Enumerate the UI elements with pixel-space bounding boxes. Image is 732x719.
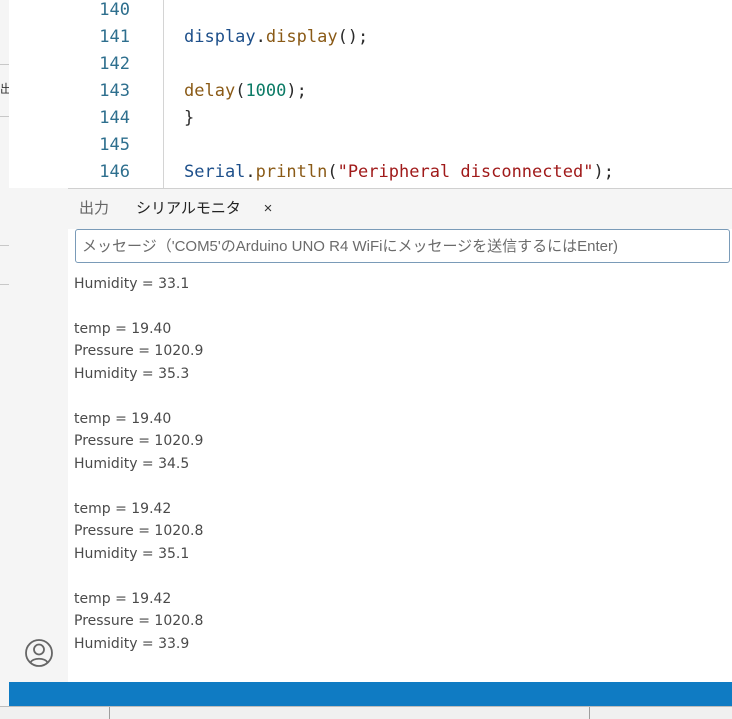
serial-output-line: Humidity = 35.1 <box>74 545 190 562</box>
code-line: 141 display.display(); <box>9 24 732 51</box>
line-number: 140 <box>99 0 130 20</box>
code-line: 145 <box>9 132 732 159</box>
code-token: ); <box>593 162 614 182</box>
serial-output-line: Pressure = 1020.9 <box>74 266 203 272</box>
code-token: Serial <box>184 162 246 182</box>
divider <box>0 116 9 117</box>
serial-output-line: temp = 19.40 <box>74 410 172 427</box>
serial-output-line: temp = 19.42 <box>74 500 172 517</box>
code-line: 143 delay(1000); <box>9 78 732 105</box>
code-token: "Peripheral disconnected" <box>337 162 594 182</box>
serial-output-line: Humidity = 34.5 <box>74 455 190 472</box>
code-token: } <box>184 108 195 128</box>
activity-sidebar <box>9 188 68 682</box>
code-token: delay <box>184 81 236 101</box>
code-line: 144} <box>9 105 732 132</box>
line-number: 143 <box>99 81 130 101</box>
serial-output-line: Humidity = 35.3 <box>74 365 190 382</box>
panel-tab-bar: 出力 シリアルモニタ × <box>68 189 732 229</box>
serial-message-input[interactable] <box>75 229 730 263</box>
bottom-panel: 出力 シリアルモニタ × Pressure = 1020.9 Humidity =… <box>68 188 732 683</box>
tab-serial-monitor[interactable]: シリアルモニタ <box>136 199 241 219</box>
code-token: println <box>255 162 328 182</box>
code-token: (); <box>337 27 369 47</box>
code-token: ( <box>327 162 338 182</box>
status-bar <box>9 682 732 706</box>
divider <box>0 245 9 246</box>
line-number: 144 <box>99 108 130 128</box>
code-token: 1000 <box>245 81 287 101</box>
code-token: display <box>265 27 338 47</box>
tab-output[interactable]: 出力 <box>79 199 109 219</box>
serial-output-line: Humidity = 33.1 <box>74 275 190 292</box>
line-number: 141 <box>99 27 130 47</box>
code-token: . <box>245 162 256 182</box>
code-line: 140 <box>9 0 732 24</box>
code-token: ( <box>235 81 246 101</box>
close-icon[interactable]: × <box>261 199 275 219</box>
serial-output-line: Pressure = 1020.8 <box>74 523 204 539</box>
line-number: 146 <box>99 162 130 182</box>
serial-output-line: Humidity = 33.9 <box>74 635 190 652</box>
serial-output: Pressure = 1020.9 Humidity = 33.1 temp = 1… <box>68 266 732 683</box>
divider <box>0 64 9 65</box>
divider <box>0 284 9 285</box>
line-number: 145 <box>99 135 130 155</box>
background-window-label: 出 <box>0 82 9 96</box>
code-text: } <box>184 105 194 132</box>
ide-window: 140 141 display.display(); 142 143 delay(1000… <box>9 0 732 706</box>
divider <box>109 707 110 719</box>
serial-output-line: Pressure = 1020.9 <box>74 343 204 359</box>
serial-output-line: Pressure = 1020.9 <box>74 433 204 449</box>
code-editor[interactable]: 140 141 display.display(); 142 143 delay(1000… <box>9 0 732 188</box>
code-token: . <box>255 27 266 47</box>
code-text: delay(1000); <box>184 78 307 105</box>
background-window-bottom <box>0 706 732 719</box>
line-number: 142 <box>99 54 130 74</box>
code-text: Serial.println("Peripheral disconnected"… <box>184 159 614 186</box>
code-line: 146 Serial.println("Peripheral disconnect… <box>9 159 732 186</box>
code-token: ); <box>286 81 307 101</box>
code-token: display <box>184 27 256 47</box>
account-icon[interactable] <box>24 638 54 668</box>
serial-output-line: temp = 19.40 <box>74 320 172 337</box>
divider <box>589 707 590 719</box>
serial-output-line: temp = 19.42 <box>74 590 172 607</box>
code-text: display.display(); <box>184 24 368 51</box>
serial-output-line: Pressure = 1020.8 <box>74 613 204 629</box>
code-line: 142 <box>9 51 732 78</box>
